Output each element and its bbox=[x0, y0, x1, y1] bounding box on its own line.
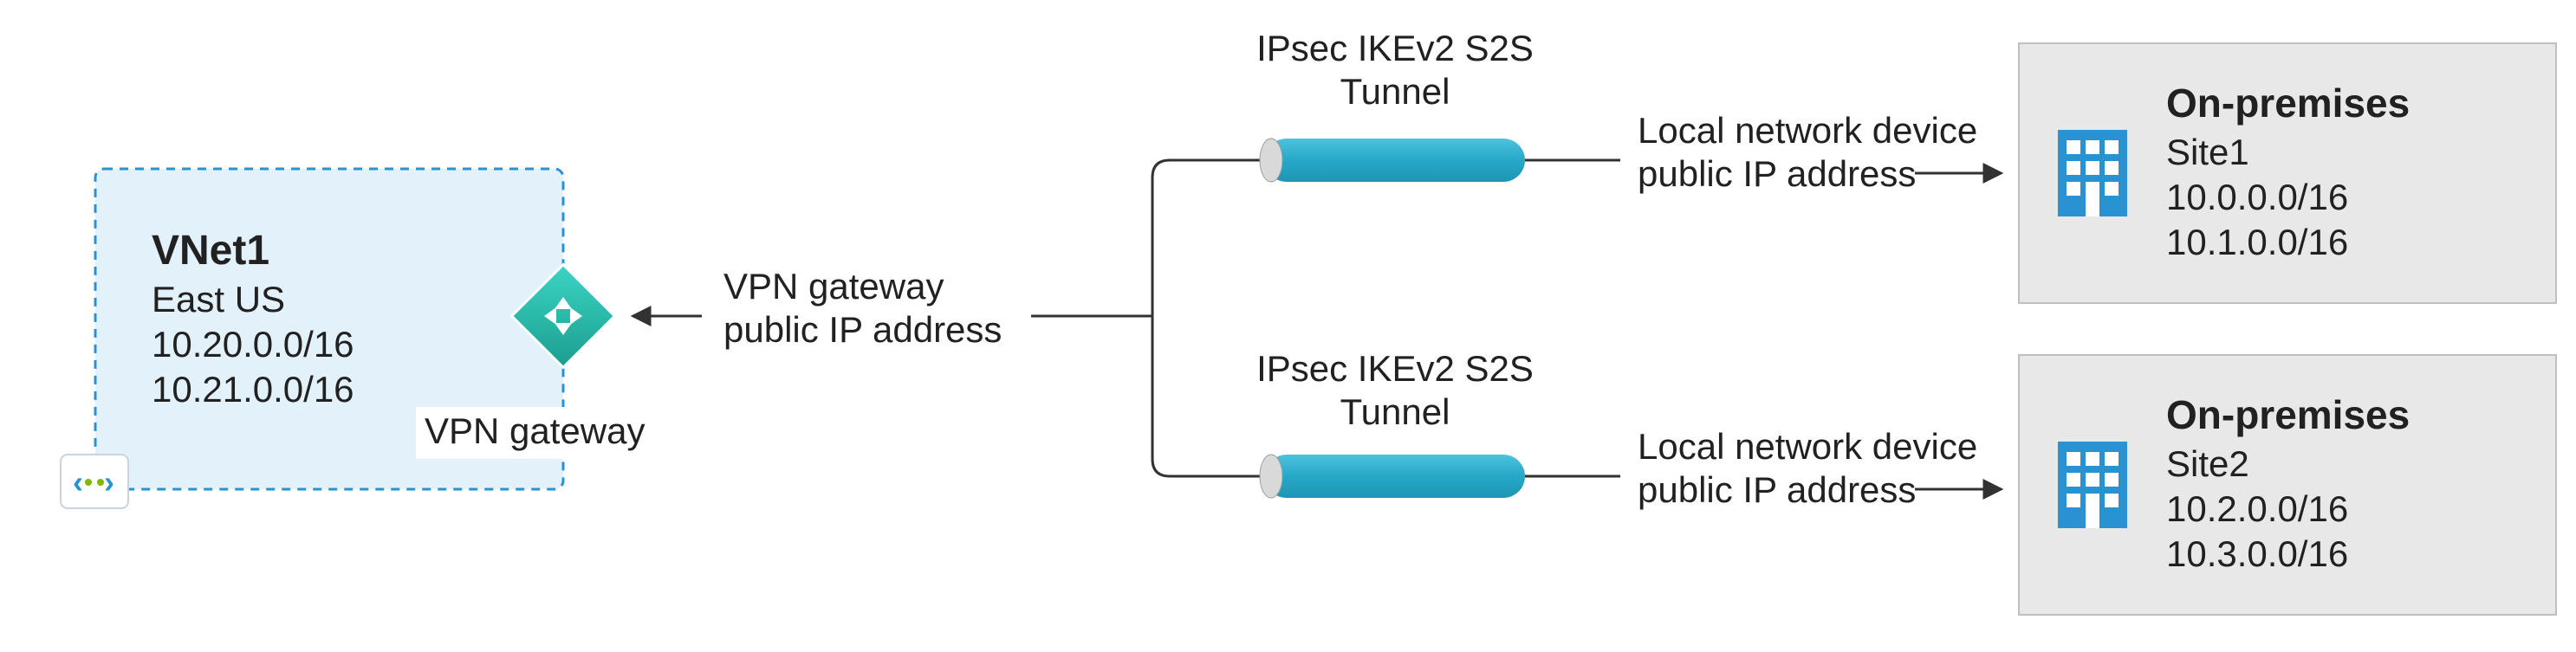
tunnel1-line1: IPsec IKEv2 S2S bbox=[1256, 28, 1534, 68]
split-bottom bbox=[1152, 316, 1265, 476]
svg-text:‹: ‹ bbox=[73, 464, 83, 500]
gateway-label-line1: VPN gateway bbox=[723, 266, 944, 307]
local1-line2: public IP address bbox=[1638, 153, 1916, 194]
vnet-cidr1: 10.20.0.0/16 bbox=[152, 324, 354, 365]
vnet-region: East US bbox=[152, 279, 285, 320]
gateway-label-line2: public IP address bbox=[723, 309, 1002, 350]
building-icon-site2 bbox=[2058, 442, 2127, 528]
tunnel1-line2: Tunnel bbox=[1340, 71, 1450, 112]
site1-cidr2: 10.1.0.0/16 bbox=[2166, 222, 2348, 262]
site1-cidr1: 10.0.0.0/16 bbox=[2166, 177, 2348, 217]
site2-name: Site2 bbox=[2166, 443, 2249, 484]
tunnel1-pipe bbox=[1265, 139, 1525, 182]
local2-line1: Local network device bbox=[1638, 426, 1977, 467]
tunnel1-cap bbox=[1260, 139, 1282, 182]
site1-title: On-premises bbox=[2166, 81, 2410, 126]
vnet-icon: ‹ › bbox=[61, 455, 128, 508]
local2-line2: public IP address bbox=[1638, 469, 1916, 510]
building-icon-site1 bbox=[2058, 130, 2127, 216]
site2-cidr1: 10.2.0.0/16 bbox=[2166, 488, 2348, 529]
vnet-cidr2: 10.21.0.0/16 bbox=[152, 369, 354, 410]
tunnel2-line1: IPsec IKEv2 S2S bbox=[1256, 348, 1534, 389]
site1-name: Site1 bbox=[2166, 132, 2249, 172]
tunnel2-cap bbox=[1260, 455, 1282, 498]
tunnel2-pipe bbox=[1265, 455, 1525, 498]
vnet-title: VNet1 bbox=[152, 228, 269, 274]
tunnel2-line2: Tunnel bbox=[1340, 391, 1450, 432]
svg-text:›: › bbox=[104, 464, 114, 500]
vpn-gateway-label: VPN gateway bbox=[425, 410, 645, 451]
site2-cidr2: 10.3.0.0/16 bbox=[2166, 533, 2348, 574]
site2-title: On-premises bbox=[2166, 392, 2410, 437]
local1-line1: Local network device bbox=[1638, 110, 1977, 151]
split-top bbox=[1152, 160, 1265, 316]
